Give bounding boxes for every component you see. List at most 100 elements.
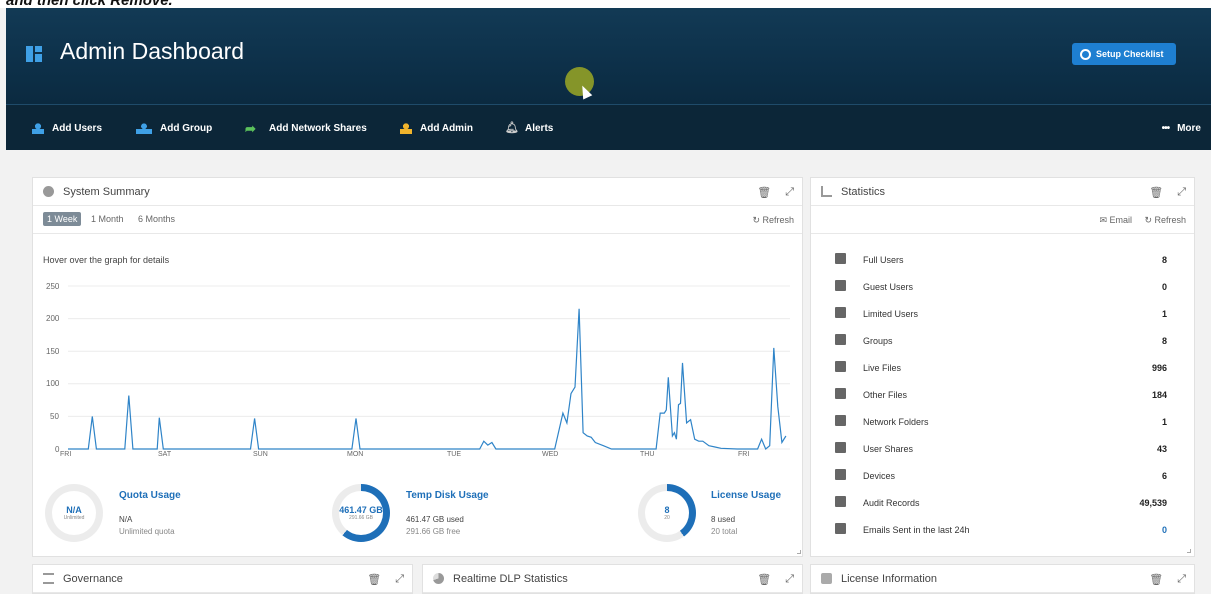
stat-label: Groups: [863, 336, 893, 346]
gauge-line: N/A: [119, 515, 133, 524]
refresh-icon: ↻: [1144, 215, 1155, 225]
statistics-toolbar: ✉ Email ↻ Refresh: [811, 206, 1194, 234]
x-tick-label: FRI: [60, 451, 72, 458]
statistics-panel: Statistics 🗑︎ ⤢ ✉ Email ↻ Refresh Full U…: [810, 177, 1195, 557]
license-usage-title: License Usage: [711, 490, 782, 501]
x-tick-label: SUN: [253, 451, 268, 458]
stat-label: Network Folders: [863, 417, 929, 427]
gauge-line: Unlimited quota: [119, 527, 175, 536]
license-information-panel: License Information 🗑︎ ⤢: [810, 564, 1195, 594]
certificate-icon: [821, 573, 832, 584]
x-tick-label: WED: [542, 451, 559, 458]
bank-icon: [43, 573, 54, 584]
delete-icon[interactable]: 🗑︎: [1149, 186, 1163, 199]
x-tick-label: TUE: [447, 451, 461, 458]
stat-value: 49,539: [1139, 498, 1167, 508]
stat-row: User Shares 43: [811, 440, 1189, 467]
temp-disk-usage-gauge: 461.47 GB 291.66 GB: [332, 484, 390, 542]
panel-title: Statistics: [841, 185, 886, 198]
email-label: Email: [1109, 215, 1132, 225]
panel-header: Statistics 🗑︎ ⤢: [811, 178, 1194, 206]
gauge-value: 461.47 GB: [339, 505, 383, 515]
stat-label: Emails Sent in the last 24h: [863, 525, 970, 535]
resize-handle[interactable]: [797, 550, 801, 554]
stat-value: 996: [1151, 363, 1167, 373]
x-tick-label: THU: [640, 451, 655, 458]
x-tick-label: MON: [347, 451, 364, 458]
stat-row: Full Users 8: [811, 251, 1189, 278]
stat-row: Groups 8: [811, 332, 1189, 359]
gauge-sub: 291.66 GB: [349, 515, 373, 521]
laptop-icon: [835, 469, 846, 480]
temp-disk-usage-title: Temp Disk Usage: [406, 490, 489, 501]
quota-usage-title: Quota Usage: [119, 490, 181, 501]
envelope-icon: [835, 523, 846, 534]
gauge-line: 461.47 GB used: [406, 515, 464, 524]
governance-panel: Governance 🗑︎ ⤢: [32, 564, 413, 594]
envelope-icon: ✉: [1099, 215, 1110, 225]
folder-icon: [835, 415, 846, 426]
stat-value: 1: [1161, 417, 1167, 427]
x-tick-label: FRI: [738, 451, 750, 458]
stat-label: User Shares: [863, 444, 914, 454]
file-icon: [835, 388, 846, 399]
gauge-line: 8 used: [711, 515, 736, 524]
stat-value: 8: [1161, 336, 1167, 346]
guest-icon: [835, 280, 846, 291]
panel-header: Realtime DLP Statistics 🗑︎ ⤢: [423, 565, 802, 593]
gauge-line: 291.66 GB free: [406, 527, 461, 536]
stat-label: Other Files: [863, 390, 908, 400]
stat-value: 0: [1161, 525, 1167, 535]
stat-label: Devices: [863, 471, 896, 481]
gauge-value: 8: [664, 505, 670, 515]
expand-icon[interactable]: ⤢: [785, 573, 794, 586]
file-icon: [835, 361, 846, 372]
stat-value: 184: [1151, 390, 1167, 400]
stat-value: 8: [1161, 255, 1167, 265]
stat-row: Devices 6: [811, 467, 1189, 494]
stat-label: Guest Users: [863, 282, 914, 292]
refresh-button[interactable]: ↻ Refresh: [1144, 215, 1186, 226]
x-tick-label: SAT: [158, 451, 172, 458]
expand-icon[interactable]: ⤢: [1177, 186, 1186, 199]
group-icon: [835, 334, 846, 345]
quota-usage-gauge: N/A Unlimited: [45, 484, 103, 542]
stat-value: 43: [1156, 444, 1167, 454]
share-icon: [835, 442, 846, 453]
series-line[interactable]: [68, 308, 787, 450]
user-icon: [835, 253, 846, 264]
stat-label: Audit Records: [863, 498, 920, 508]
chart-icon: [821, 186, 832, 197]
stat-row: Network Folders 1: [811, 413, 1189, 440]
panel-header: License Information 🗑︎ ⤢: [811, 565, 1194, 593]
stat-row: Limited Users 1: [811, 305, 1189, 332]
delete-icon[interactable]: 🗑︎: [1149, 573, 1163, 586]
pie-chart-icon: [433, 573, 444, 584]
stat-row: Audit Records 49,539: [811, 494, 1189, 521]
gauge-sub: Unlimited: [63, 515, 85, 521]
email-button[interactable]: ✉ Email: [1099, 215, 1132, 226]
stat-label: Live Files: [863, 363, 902, 373]
delete-icon[interactable]: 🗑︎: [367, 573, 381, 586]
realtime-dlp-statistics-panel: Realtime DLP Statistics 🗑︎ ⤢: [422, 564, 803, 594]
stat-value: 6: [1161, 471, 1167, 481]
stat-value: 1: [1161, 309, 1167, 319]
user-icon: [835, 496, 846, 507]
panel-header: Governance 🗑︎ ⤢: [33, 565, 412, 593]
gauge-line: 20 total: [711, 527, 738, 536]
gauge-sub: 20: [664, 515, 670, 521]
stat-row: Other Files 184: [811, 386, 1189, 413]
stat-label: Full Users: [863, 255, 904, 265]
expand-icon[interactable]: ⤢: [395, 573, 404, 586]
stat-row: Emails Sent in the last 24h 0: [811, 521, 1189, 548]
resize-handle[interactable]: [1187, 549, 1191, 553]
license-usage-gauge: 8 20: [638, 484, 696, 542]
stat-row: Live Files 996: [811, 359, 1189, 386]
stat-row: Guest Users 0: [811, 278, 1189, 305]
delete-icon[interactable]: 🗑︎: [757, 573, 771, 586]
expand-icon[interactable]: ⤢: [1177, 573, 1186, 586]
refresh-label: Refresh: [1154, 215, 1186, 225]
gauge-value: N/A: [66, 505, 82, 515]
limited-user-icon: [835, 307, 846, 318]
stat-label: Limited Users: [863, 309, 919, 319]
